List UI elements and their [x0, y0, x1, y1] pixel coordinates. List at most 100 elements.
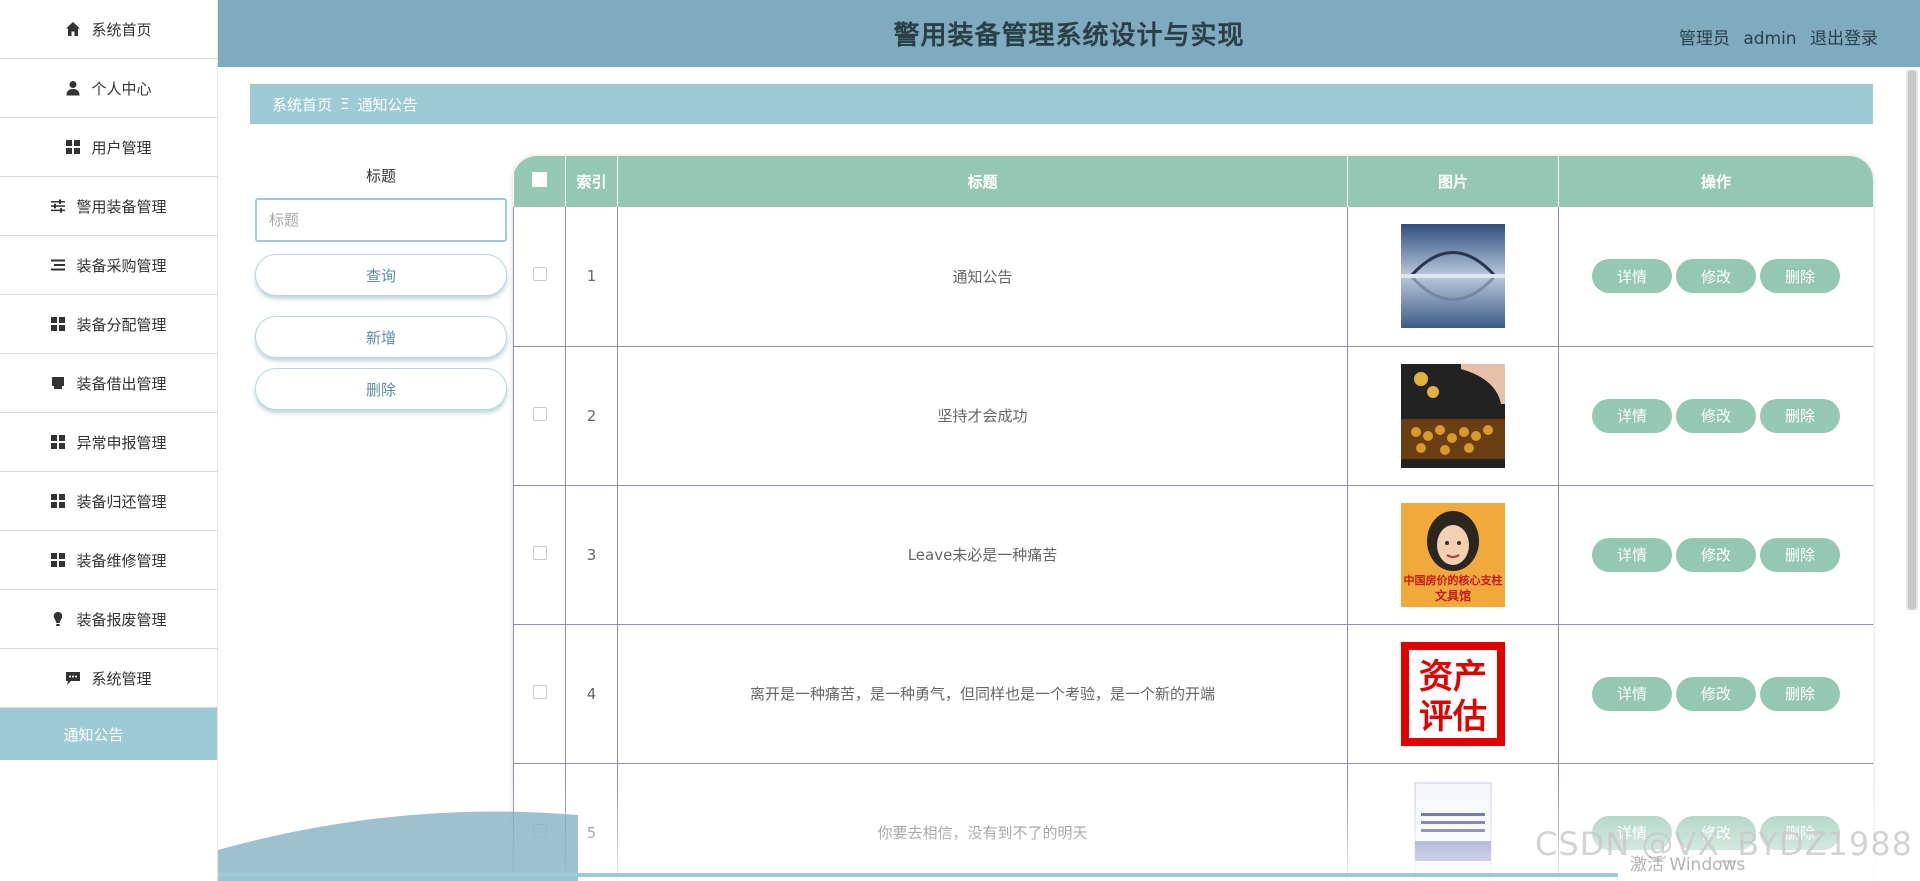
edit-button[interactable]: 修改: [1676, 537, 1756, 572]
detail-button[interactable]: 详情: [1592, 398, 1672, 433]
detail-button[interactable]: 详情: [1592, 676, 1672, 711]
sidebar-item-5[interactable]: 装备采购管理: [0, 236, 217, 295]
sidebar-item-9[interactable]: 装备归还管理: [0, 472, 217, 531]
row-title: 离开是一种痛苦，是一种勇气，但同样也是一个考验，是一个新的开端: [617, 623, 1348, 764]
row-image-cell: 中国房价的核心支柱 文具馆: [1347, 484, 1559, 625]
search-panel: 标题 查询 新增 删除: [255, 165, 507, 410]
sidebar-item-6[interactable]: 装备分配管理: [0, 295, 217, 354]
breadcrumb: 系统首页 Ξ 通知公告: [250, 84, 1873, 124]
query-button[interactable]: 查询: [255, 254, 507, 296]
user-role: 管理员: [1678, 29, 1730, 49]
sidebar-item-label: 个人中心: [91, 79, 152, 98]
row-checkbox[interactable]: [532, 267, 547, 282]
activate-windows-notice: 激活 Windows: [1630, 855, 1746, 875]
row-image-cell: 资产 评估: [1347, 623, 1559, 764]
row-actions: 详情 修改 删除: [1558, 345, 1873, 486]
row-image-cell: [1347, 345, 1559, 486]
sidebar-item-label: 装备归还管理: [76, 492, 167, 511]
row-title: 通知公告: [617, 207, 1348, 347]
sidebar-item-11[interactable]: 装备报废管理: [0, 590, 217, 649]
row-checkbox[interactable]: [532, 406, 547, 421]
row-checkbox[interactable]: [532, 823, 547, 838]
row-title: 坚持才会成功: [617, 345, 1348, 486]
row-image-cell: [1347, 762, 1559, 881]
select-all-header: [513, 156, 566, 207]
column-header-index: 索引: [565, 156, 618, 207]
sidebar-item-4[interactable]: 警用装备管理: [0, 177, 217, 236]
sliders-icon: [50, 198, 66, 214]
delete-button[interactable]: 删除: [1760, 676, 1840, 711]
sidebar-item-label: 警用装备管理: [76, 197, 167, 216]
sidebar-item-label: 装备分配管理: [76, 315, 167, 334]
row-actions: 详情 修改 删除: [1558, 207, 1873, 347]
row-checkbox[interactable]: [532, 545, 547, 560]
app-title: 警用装备管理系统设计与实现: [893, 21, 1245, 51]
edit-button[interactable]: 修改: [1676, 398, 1756, 433]
sidebar-item-2[interactable]: 个人中心: [0, 59, 217, 118]
edit-button[interactable]: 修改: [1676, 676, 1756, 711]
row-select-cell: [513, 484, 566, 625]
sidebar-item-label: 系统管理: [91, 669, 152, 688]
svg-text:中国房价的核心支柱: 中国房价的核心支柱: [1404, 573, 1503, 587]
breadcrumb-separator: Ξ: [340, 95, 350, 113]
delete-button[interactable]: 删除: [1760, 398, 1840, 433]
sidebar-subitem-notice[interactable]: 通知公告: [0, 708, 217, 760]
title-search-input[interactable]: [255, 198, 507, 242]
row-index: 1: [565, 207, 618, 347]
sidebar: 系统首页个人中心用户管理警用装备管理装备采购管理装备分配管理 装备借出管理 异常申报…: [0, 0, 218, 881]
chat-icon: [65, 670, 81, 686]
table-row: 2 坚持才会成功 详情 修改 删除: [513, 345, 1873, 486]
sidebar-item-3[interactable]: 用户管理: [0, 118, 217, 177]
sidebar-item-label: 异常申报管理: [76, 433, 167, 452]
row-select-cell: [513, 345, 566, 486]
column-header-actions: 操作: [1558, 156, 1873, 207]
logout-link[interactable]: 退出登录: [1810, 29, 1878, 49]
row-title: 你要去相信，没有到不了的明天: [617, 762, 1348, 881]
svg-text:文具馆: 文具馆: [1435, 588, 1471, 603]
row-select-cell: [513, 623, 566, 764]
table-row: 3 Leave未必是一种痛苦 中国房价的核心支柱 文具馆 详情 修改 删除: [513, 484, 1873, 625]
svg-text:资产: 资产: [1419, 657, 1487, 697]
sidebar-item-1[interactable]: 系统首页: [0, 0, 217, 59]
sidebar-item-12[interactable]: 系统管理: [0, 649, 217, 708]
column-header-image: 图片: [1347, 156, 1559, 207]
breadcrumb-home[interactable]: 系统首页: [272, 94, 332, 115]
grid-icon: [50, 316, 66, 332]
sidebar-item-8[interactable]: 异常申报管理: [0, 413, 217, 472]
detail-button[interactable]: 详情: [1592, 259, 1672, 294]
delete-button[interactable]: 删除: [1760, 537, 1840, 572]
delete-button[interactable]: 删除: [1760, 259, 1840, 294]
row-index: 5: [565, 762, 618, 881]
sidebar-item-10[interactable]: 装备维修管理: [0, 531, 217, 590]
row-select-cell: [513, 762, 566, 881]
top-header: 警用装备管理系统设计与实现 管理员 admin 退出登录: [218, 0, 1920, 67]
abacus-coins-thumbnail: [1401, 363, 1505, 468]
edit-button[interactable]: 修改: [1676, 259, 1756, 294]
row-checkbox[interactable]: [532, 684, 547, 699]
username: admin: [1743, 29, 1797, 49]
home-icon: [65, 21, 81, 37]
list-icon: [50, 257, 66, 273]
select-all-checkbox[interactable]: [531, 172, 547, 187]
page-scrollbar[interactable]: [1906, 70, 1918, 610]
sidebar-item-label: 用户管理: [91, 138, 152, 157]
detail-button[interactable]: 详情: [1592, 537, 1672, 572]
grid-icon: [50, 434, 66, 450]
sidebar-item-7[interactable]: 装备借出管理: [0, 354, 217, 413]
sidebar-item-label: 系统首页: [91, 20, 152, 39]
scrollbar-thumb[interactable]: [1908, 70, 1916, 610]
batch-delete-button[interactable]: 删除: [255, 368, 507, 410]
grid-icon: [65, 139, 81, 155]
column-header-title: 标题: [617, 156, 1348, 207]
table-body: 1 通知公告 详情 修改 删除 2 坚持才会成功 详情 修改 删除 3 Leave未必是一种痛苦 中国房…: [513, 207, 1873, 881]
table-row: 4 离开是一种痛苦，是一种勇气，但同样也是一个考验，是一个新的开端 资产 评估 详情 修改…: [513, 623, 1873, 764]
row-index: 2: [565, 345, 618, 486]
row-index: 3: [565, 484, 618, 625]
row-index: 4: [565, 623, 618, 764]
notice-table-container: 索引 标题 图片 操作 1 通知公告 详情 修改 删除 2 坚持才会成功 详情 修改 删除 3 Lea…: [513, 156, 1873, 881]
grid-icon: [50, 493, 66, 509]
user-icon: [65, 80, 81, 96]
sidebar-item-label: 装备借出管理: [76, 374, 167, 393]
add-button[interactable]: 新增: [255, 316, 507, 358]
row-image-cell: [1347, 207, 1559, 347]
